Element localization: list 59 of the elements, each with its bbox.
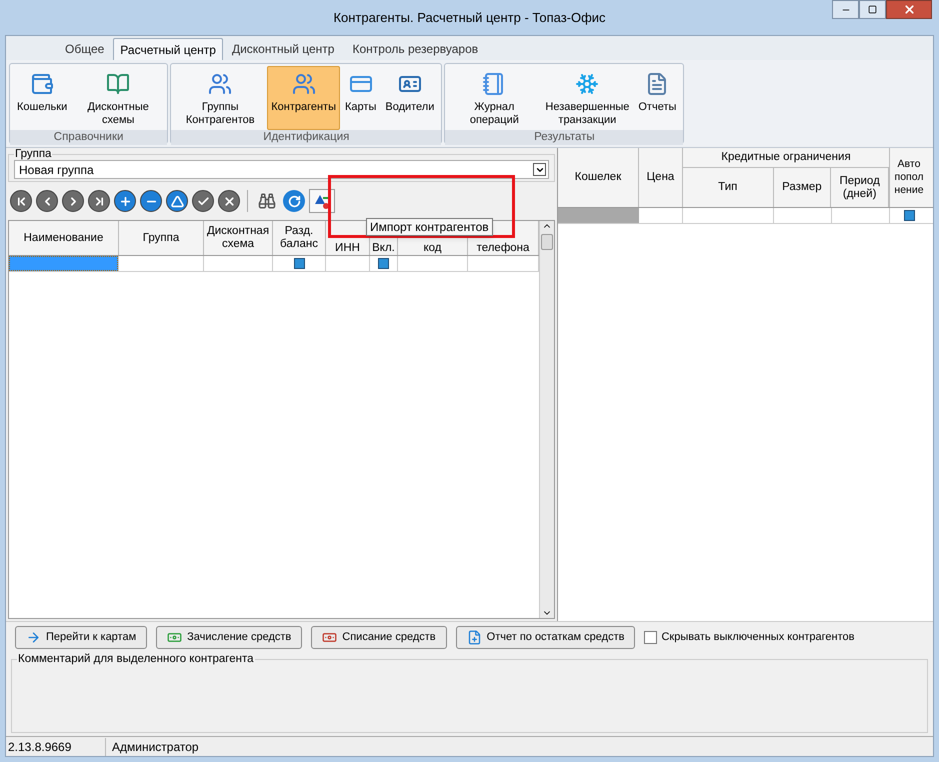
column-group-header: Кредитные ограничения: [683, 148, 889, 168]
refresh-icon[interactable]: [283, 190, 305, 212]
maximize-icon[interactable]: [859, 0, 886, 19]
column-header[interactable]: Авто попол нение: [890, 148, 928, 207]
arrow-icon: [26, 630, 41, 645]
group-dropdown[interactable]: Новая группа: [14, 160, 549, 179]
user-label: Администратор: [111, 738, 199, 756]
ribbon-button[interactable]: Контрагенты: [267, 66, 340, 130]
checkbox[interactable]: [904, 210, 914, 221]
column-header[interactable]: Размер: [774, 168, 832, 207]
group-label: Идентификация: [171, 130, 442, 145]
action-button[interactable]: Зачисление средств: [156, 626, 302, 649]
ribbon-button[interactable]: Кошельки: [13, 66, 72, 130]
column-header[interactable]: Дисконтная схема: [204, 221, 273, 255]
group-label: Группа: [14, 148, 52, 160]
column-header[interactable]: Цена: [639, 148, 683, 207]
tooltip: Импорт контрагентов: [366, 218, 493, 236]
action-button[interactable]: Списание средств: [311, 626, 447, 649]
ribbon-button[interactable]: Журнал операций: [448, 66, 540, 130]
scroll-thumb[interactable]: [541, 234, 553, 250]
remove-icon[interactable]: [140, 190, 162, 212]
group-label: Справочники: [10, 130, 168, 145]
close-icon[interactable]: [886, 0, 932, 19]
ribbon-button[interactable]: Водители: [381, 66, 438, 130]
column-header[interactable]: Группа: [119, 221, 204, 255]
selected-cell[interactable]: [9, 256, 118, 271]
selected-cell[interactable]: [558, 208, 639, 223]
scrollbar[interactable]: [539, 221, 554, 618]
document-icon: [466, 630, 482, 645]
action-button[interactable]: Перейти к картам: [15, 626, 148, 649]
ribbon-button[interactable]: Карты: [341, 66, 380, 130]
ribbon-tab[interactable]: Общее: [56, 38, 114, 60]
group-label: Результаты: [445, 130, 684, 145]
check-icon[interactable]: [192, 190, 214, 212]
window-title: Контрагенты. Расчетный центр - Топаз-Офис: [333, 8, 606, 27]
up-icon[interactable]: [166, 190, 188, 212]
column-header[interactable]: Тип: [683, 168, 774, 207]
column-header[interactable]: Период (дней): [831, 168, 889, 207]
ribbon-button[interactable]: Группы Контрагентов: [174, 66, 266, 130]
first-record-icon[interactable]: [10, 190, 32, 212]
ribbon-button[interactable]: Незавершенные транзакции: [541, 66, 634, 130]
comment-label: Комментарий для выделенного контрагента: [17, 653, 254, 665]
ribbon-tab[interactable]: Расчетный центр: [113, 38, 223, 60]
ribbon-button[interactable]: Дисконтные схемы: [72, 66, 164, 130]
ribbon-tab[interactable]: Дисконтный центр: [222, 38, 344, 60]
cancel-icon[interactable]: [218, 190, 240, 212]
last-record-icon[interactable]: [88, 190, 110, 212]
version-label: 2.13.8.9669: [6, 738, 106, 756]
add-icon[interactable]: [114, 190, 136, 212]
previous-icon[interactable]: [36, 190, 58, 212]
column-header[interactable]: Наименование: [9, 221, 119, 255]
next-icon[interactable]: [62, 190, 84, 212]
checkbox[interactable]: [294, 258, 304, 269]
action-button[interactable]: Отчет по остаткам средств: [456, 626, 636, 649]
column-header[interactable]: Разд. баланс: [273, 221, 326, 255]
column-header[interactable]: Кошелек: [558, 148, 639, 207]
ribbon-button[interactable]: Отчеты: [634, 66, 680, 130]
checkbox[interactable]: [378, 258, 389, 269]
ribbon-tab[interactable]: Контроль резервуаров: [343, 38, 488, 60]
